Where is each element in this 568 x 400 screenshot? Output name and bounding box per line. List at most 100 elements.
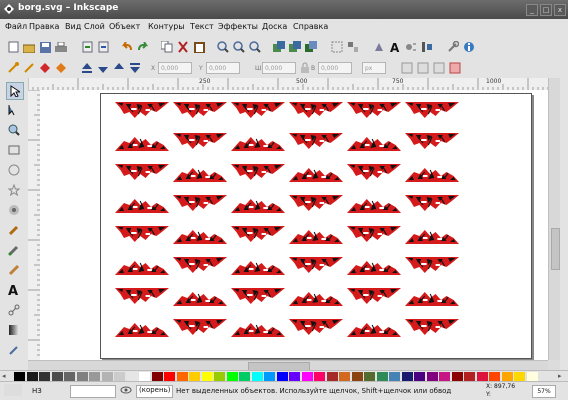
connector-tool-icon[interactable] — [6, 302, 22, 318]
palette-swatch[interactable] — [514, 372, 525, 381]
palette-swatch[interactable] — [76, 372, 88, 381]
embroidery-ornament[interactable] — [288, 194, 344, 212]
menu-edit[interactable]: Правка — [29, 22, 59, 31]
palette-swatch[interactable] — [201, 372, 213, 381]
embroidery-ornament[interactable] — [346, 163, 402, 181]
palette-swatch[interactable] — [251, 372, 263, 381]
palette-swatch[interactable] — [389, 372, 400, 381]
palette-swatch[interactable] — [189, 372, 200, 381]
palette-swatch[interactable] — [376, 372, 388, 381]
embroidery-ornament[interactable] — [114, 287, 170, 305]
deselect-icon[interactable] — [54, 61, 68, 75]
embroidery-ornament[interactable] — [288, 132, 344, 150]
palette-swatch[interactable] — [326, 372, 338, 381]
gradient-tool-icon[interactable] — [6, 322, 22, 338]
menu-whiteboard[interactable]: Доска — [262, 22, 287, 31]
menu-help[interactable]: Справка — [293, 22, 328, 31]
paste-icon[interactable] — [192, 40, 206, 54]
embroidery-ornament[interactable] — [114, 136, 170, 152]
rectangle-tool-icon[interactable] — [6, 142, 22, 158]
maximize-button[interactable]: □ — [540, 4, 552, 16]
embroidery-ornament[interactable] — [404, 318, 460, 336]
palette-swatch[interactable] — [401, 372, 413, 381]
text-font-icon[interactable]: A — [388, 40, 402, 54]
clone-icon[interactable] — [288, 40, 302, 54]
palette-swatch[interactable] — [64, 372, 75, 381]
rotate-icon[interactable] — [6, 61, 20, 75]
embroidery-ornament[interactable] — [114, 101, 170, 119]
pencil-tool-icon[interactable] — [6, 222, 22, 238]
close-button[interactable]: x — [554, 4, 566, 16]
palette-swatch[interactable] — [51, 372, 63, 381]
palette-scroll-right-icon[interactable]: ▸ — [558, 372, 562, 380]
embroidery-ornament[interactable] — [172, 132, 228, 150]
eye-icon[interactable] — [120, 385, 132, 396]
open-icon[interactable] — [22, 40, 36, 54]
palette-swatch[interactable] — [501, 372, 513, 381]
embroidery-ornament[interactable] — [230, 322, 286, 338]
copy-icon[interactable] — [160, 40, 174, 54]
group-icon[interactable] — [330, 40, 344, 54]
palette-swatch[interactable] — [39, 372, 50, 381]
embroidery-ornament[interactable] — [114, 163, 170, 181]
flip-icon[interactable] — [22, 61, 36, 75]
palette-swatch[interactable] — [464, 372, 475, 381]
print-icon[interactable] — [54, 40, 68, 54]
palette-swatch[interactable] — [176, 372, 188, 381]
palette-swatch[interactable] — [476, 372, 488, 381]
embroidery-ornament[interactable] — [172, 256, 228, 274]
palette-swatch[interactable] — [339, 372, 350, 381]
palette-swatch[interactable] — [139, 372, 150, 381]
embroidery-ornament[interactable] — [230, 260, 286, 276]
export-icon[interactable] — [96, 40, 110, 54]
embroidery-ornament[interactable] — [288, 318, 344, 336]
scale-corners-icon[interactable] — [416, 61, 430, 75]
palette-swatch[interactable] — [489, 372, 500, 381]
embroidery-ornament[interactable] — [288, 291, 344, 307]
embroidery-ornament[interactable] — [230, 136, 286, 152]
palette-swatch[interactable] — [451, 372, 463, 381]
embroidery-ornament[interactable] — [288, 167, 344, 183]
move-patterns-icon[interactable] — [448, 61, 462, 75]
opacity-field[interactable] — [70, 385, 116, 398]
embroidery-ornament[interactable] — [230, 198, 286, 214]
vertical-scrollbar-thumb[interactable] — [551, 228, 560, 270]
unlink-clone-icon[interactable] — [304, 40, 318, 54]
palette-swatch[interactable] — [351, 372, 363, 381]
text-tool-icon[interactable]: A — [6, 282, 22, 298]
embroidery-ornament[interactable] — [114, 225, 170, 243]
import-icon[interactable] — [80, 40, 94, 54]
x-field[interactable]: X 0,000 — [151, 62, 192, 74]
minimize-button[interactable]: _ — [526, 4, 538, 16]
embroidery-ornament[interactable] — [404, 101, 460, 119]
new-document-icon[interactable] — [6, 40, 20, 54]
embroidery-ornament[interactable] — [172, 194, 228, 212]
ellipse-tool-icon[interactable] — [6, 162, 22, 178]
embroidery-ornament[interactable] — [288, 229, 344, 245]
palette-swatch[interactable] — [276, 372, 288, 381]
palette-swatch[interactable] — [239, 372, 250, 381]
embroidery-ornament[interactable] — [404, 291, 460, 307]
spiral-tool-icon[interactable] — [6, 202, 22, 218]
xml-editor-icon[interactable] — [404, 40, 418, 54]
palette-swatch[interactable] — [226, 372, 238, 381]
embroidery-ornament[interactable] — [172, 167, 228, 183]
zoom-selection-icon[interactable] — [216, 40, 230, 54]
embroidery-ornament[interactable] — [172, 229, 228, 245]
embroidery-ornament[interactable] — [230, 287, 286, 305]
embroidery-ornament[interactable] — [404, 229, 460, 245]
embroidery-ornament[interactable] — [172, 318, 228, 336]
embroidery-ornament[interactable] — [404, 167, 460, 183]
height-field[interactable]: В 0,000 — [311, 62, 352, 74]
preferences-icon[interactable] — [446, 40, 460, 54]
zoom-field[interactable]: 57% — [532, 385, 556, 398]
menu-file[interactable]: Файл — [5, 22, 27, 31]
duplicate-icon[interactable] — [272, 40, 286, 54]
node-tool-icon[interactable] — [6, 102, 22, 118]
lower-to-bottom-icon[interactable] — [128, 61, 142, 75]
align-icon[interactable] — [420, 40, 434, 54]
layer-select[interactable]: (корень) — [136, 385, 174, 398]
embroidery-ornament[interactable] — [346, 322, 402, 338]
ungroup-icon[interactable] — [346, 40, 360, 54]
embroidery-ornament[interactable] — [114, 322, 170, 338]
